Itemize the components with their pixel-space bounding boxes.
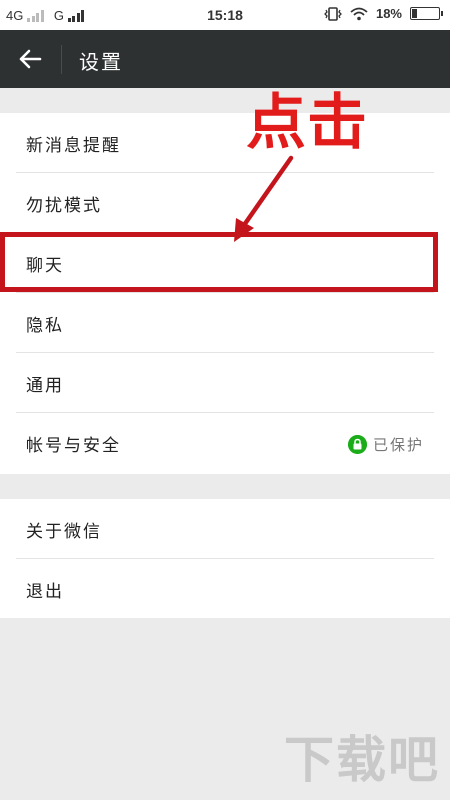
- settings-item-label: 隐私: [26, 315, 64, 336]
- settings-item-account-security[interactable]: 帐号与安全 已保护: [0, 413, 450, 473]
- settings-item-about-wechat[interactable]: 关于微信: [0, 499, 450, 559]
- annotation-text: 点击: [246, 88, 368, 158]
- settings-item-label: 通用: [26, 375, 64, 396]
- settings-item-do-not-disturb[interactable]: 勿扰模式: [0, 173, 450, 233]
- watermark: 下载吧: [284, 731, 440, 789]
- settings-item-label: 帐号与安全: [26, 435, 121, 456]
- back-arrow-icon[interactable]: [18, 49, 42, 69]
- title-divider: [61, 45, 62, 74]
- settings-group-main: 新消息提醒 勿扰模式 聊天 隐私 通用 帐号与安全 已保护: [0, 113, 450, 474]
- vibrate-icon: [324, 6, 342, 21]
- highlight-box: [0, 232, 438, 292]
- settings-item-label: 退出: [26, 581, 64, 602]
- wifi-icon: [350, 7, 368, 20]
- lock-icon: [347, 435, 367, 454]
- title-bar: 设置: [0, 30, 450, 88]
- settings-item-label: 新消息提醒: [26, 135, 121, 156]
- settings-item-privacy[interactable]: 隐私: [0, 293, 450, 353]
- protection-status: 已保护: [347, 434, 424, 455]
- settings-item-label: 勿扰模式: [26, 195, 102, 216]
- protection-status-text: 已保护: [372, 436, 424, 454]
- battery-percent: 18%: [375, 6, 402, 21]
- settings-item-label: 关于微信: [26, 521, 102, 542]
- settings-item-general[interactable]: 通用: [0, 353, 450, 413]
- status-icons: 18%: [324, 6, 443, 21]
- status-bar: 4G G 15:18 18%: [0, 0, 450, 30]
- settings-item-logout[interactable]: 退出: [0, 559, 450, 619]
- settings-item-new-message-alerts[interactable]: 新消息提醒: [0, 113, 450, 173]
- settings-group-secondary: 关于微信 退出: [0, 499, 450, 618]
- battery-icon: [410, 7, 443, 20]
- page-title: 设置: [79, 50, 123, 74]
